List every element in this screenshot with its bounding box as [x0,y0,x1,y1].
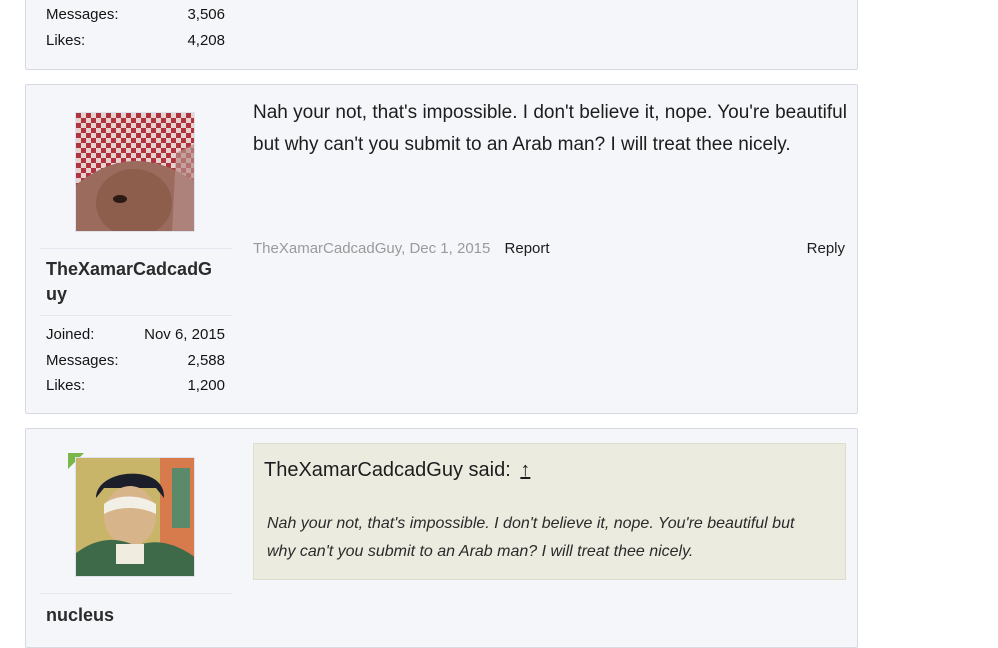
quote-header: TheXamarCadcadGuy said: ↑ [264,459,531,481]
quote-block: TheXamarCadcadGuy said: ↑ Nah your not, … [253,443,846,580]
quote-text: Nah your not, that's impossible. I don't… [267,515,795,560]
divider [40,248,232,249]
stat-messages: Messages: 3,506 [46,6,225,23]
report-link[interactable]: Report [505,240,550,257]
user-avatar-portrait-icon [76,458,194,576]
arrow-up-icon[interactable]: ↑ [520,459,530,481]
user-stats: Messages: 3,506 Likes: 4,208 [46,2,225,53]
user-stats: Joined: Nov 6, 2015 Messages: 2,588 Like… [46,322,225,399]
avatar[interactable] [75,112,195,232]
divider [40,315,232,316]
post-thexamarcadcadguy: TheXamarCadcadG uy Joined: Nov 6, 2015 M… [25,84,858,414]
post-message: Nah your not, that's impossible. I don't… [253,102,847,155]
username-link[interactable]: nucleus [46,603,226,628]
stat-likes: Likes: 1,200 [46,377,225,394]
post-previous: Messages: 3,506 Likes: 4,208 [25,0,858,70]
post-nucleus: nucleus TheXamarCadcadGuy said: ↑ Nah yo… [25,428,858,648]
username-link[interactable]: TheXamarCadcadG uy [46,257,226,307]
divider [40,593,232,594]
user-avatar-keffiyeh-icon [76,113,194,231]
avatar[interactable] [75,457,195,577]
reply-link[interactable]: Reply [807,239,845,259]
stat-joined: Joined: Nov 6, 2015 [46,326,225,343]
stat-messages: Messages: 2,588 [46,351,225,369]
stat-likes: Likes: 4,208 [46,31,225,49]
post-author-date-link[interactable]: TheXamarCadcadGuy, Dec 1, 2015 [253,240,490,257]
post-meta: TheXamarCadcadGuy, Dec 1, 2015 Report Re… [253,239,845,259]
